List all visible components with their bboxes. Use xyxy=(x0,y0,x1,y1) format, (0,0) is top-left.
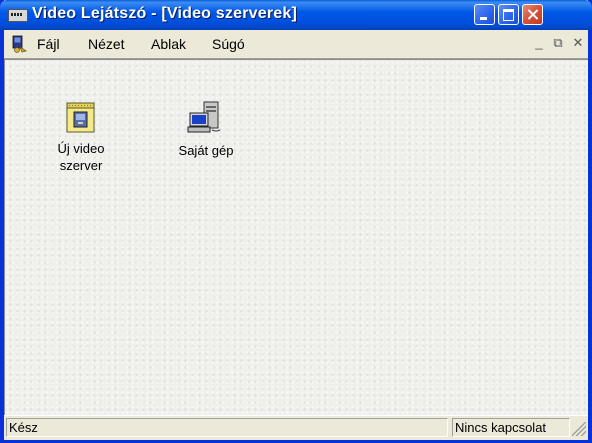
menu-file[interactable]: Fájl xyxy=(37,36,60,52)
menu-help[interactable]: Súgó xyxy=(212,36,245,52)
computer-icon xyxy=(187,101,221,133)
app-icon xyxy=(8,9,28,22)
server-list-area: Új video szerver Saját gép xyxy=(4,59,588,415)
child-restore-button[interactable]: ⧉ xyxy=(550,35,566,51)
menu-view[interactable]: Nézet xyxy=(88,36,125,52)
maximize-button[interactable] xyxy=(498,4,519,25)
close-button[interactable] xyxy=(522,4,543,25)
resize-grip-icon[interactable] xyxy=(572,422,586,436)
child-close-button[interactable]: ✕ xyxy=(570,35,586,51)
document-icon[interactable] xyxy=(10,34,30,54)
new-video-server-item[interactable]: Új video szerver xyxy=(41,100,121,174)
connection-status: Nincs kapcsolat xyxy=(452,418,570,437)
menu-window[interactable]: Ablak xyxy=(151,36,186,52)
minimize-button[interactable] xyxy=(474,4,495,25)
main-window: Video Lejátszó - [Video szerverek] Fájl … xyxy=(0,0,592,443)
menu-bar: Fájl Nézet Ablak Súgó _ ⧉ ✕ xyxy=(4,30,588,59)
my-computer-item[interactable]: Saját gép xyxy=(166,100,246,159)
title-bar[interactable]: Video Lejátszó - [Video szerverek] xyxy=(0,0,592,30)
status-text: Kész xyxy=(6,418,448,437)
new-server-icon xyxy=(66,102,95,133)
new-video-server-label: Új video szerver xyxy=(57,141,105,173)
status-bar: Kész Nincs kapcsolat xyxy=(4,415,588,440)
window-title: Video Lejátszó - [Video szerverek] xyxy=(32,5,297,22)
child-minimize-button[interactable]: _ xyxy=(531,35,547,51)
my-computer-label: Saját gép xyxy=(178,143,234,158)
